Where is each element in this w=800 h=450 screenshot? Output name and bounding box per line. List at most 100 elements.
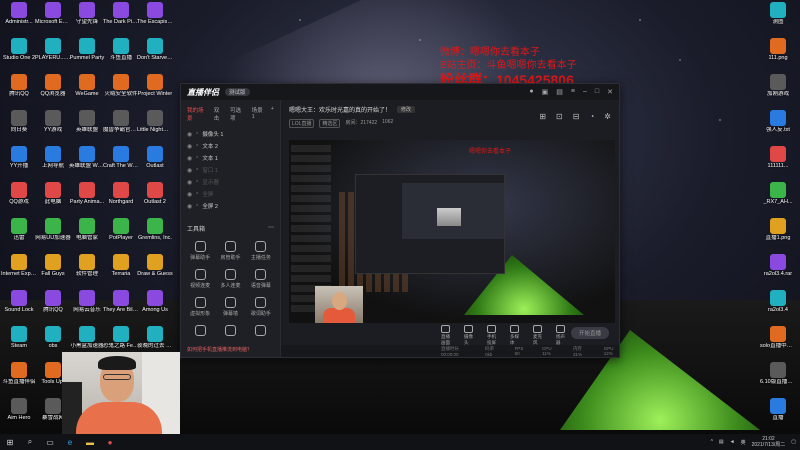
volume-icon[interactable]: ◄ [730, 439, 735, 445]
tool-button[interactable]: 歌词助手 [246, 297, 276, 317]
eye-icon[interactable]: ◉ [187, 191, 192, 198]
tool-button[interactable]: 弹幕助手 [185, 241, 215, 261]
desktop-icon[interactable]: Microsoft Edge [35, 2, 71, 37]
desktop-icon[interactable]: 火绒安全软件 [104, 74, 138, 109]
desktop-icon[interactable]: Northgard [104, 182, 138, 217]
tool-button[interactable] [246, 325, 276, 338]
lock-icon[interactable]: ▫ [196, 179, 198, 185]
desktop-icon[interactable]: 加刚游戏 [758, 74, 798, 108]
desktop-icon[interactable]: 腾讯QQ [2, 74, 36, 109]
eye-icon[interactable]: ◉ [187, 155, 192, 162]
preview-camera-source[interactable] [315, 286, 363, 323]
scene-tab[interactable]: 我的场景 [187, 106, 208, 122]
desktop-icon[interactable]: QQ浏览器 [36, 74, 70, 109]
desktop-icon[interactable]: Little Nightmares [137, 110, 173, 145]
control-button[interactable]: 摄像头 [464, 324, 473, 346]
desktop-icon[interactable]: The Dark Pictures ... [103, 2, 139, 37]
desktop-icon[interactable]: Party Anima... [70, 182, 104, 217]
lock-icon[interactable]: ⊡ [556, 112, 563, 121]
lock-icon[interactable]: ▫ [196, 167, 198, 173]
desktop-icon[interactable]: 网易云音乐 [70, 290, 104, 325]
toolbox-more-icon[interactable]: ⋯ [268, 224, 274, 233]
desktop-icon[interactable]: Don't Starve Together [137, 38, 173, 73]
settings-icon[interactable]: ≡ [571, 88, 575, 96]
desktop-icon[interactable]: 斗鱼直播伴侣 [2, 362, 36, 397]
desktop-icon[interactable]: Fall Guys [36, 254, 70, 289]
desktop-icon[interactable]: Steam [2, 326, 36, 361]
network-icon[interactable]: ▤ [719, 439, 724, 445]
desktop-icon[interactable]: Sound Lock [2, 290, 36, 325]
control-button[interactable]: 多媒体 [510, 324, 519, 346]
desktop-icon[interactable]: QQ游戏 [2, 182, 36, 217]
desktop-icon[interactable]: 上网导航 [36, 146, 70, 181]
room-category[interactable]: LOL直播 [289, 119, 315, 128]
close-icon[interactable]: ✕ [607, 88, 613, 96]
bell-icon[interactable]: ◔ [589, 112, 594, 121]
source-item[interactable]: ◉ ▫ 全屏 2 [187, 200, 274, 212]
notification-icon[interactable]: ▢ [791, 439, 796, 445]
desktop-icon[interactable]: 斗鱼直播 [104, 38, 138, 73]
help-notice-link[interactable]: 如何把手机直播推流到电脑？ [187, 346, 252, 353]
task-view-icon[interactable]: ▭ [44, 438, 56, 447]
control-button[interactable]: 手机投屏 [487, 324, 496, 346]
scene-tab[interactable]: 场景1 [252, 106, 265, 122]
source-item[interactable]: ◉ ▫ 全屏 [187, 188, 274, 200]
source-item[interactable]: ◉ ▫ 显示器 [187, 176, 274, 188]
settings-gear-icon[interactable]: ✲ [604, 112, 611, 121]
desktop-icon[interactable]: 英雄联盟 WeGame版 [69, 146, 105, 181]
desktop-icon[interactable]: 腾讯QQ [36, 290, 70, 325]
search-icon[interactable]: ⌕ [24, 437, 36, 447]
desktop-icon[interactable]: Administr... [2, 2, 36, 37]
desktop-icon[interactable]: Outlast [138, 146, 172, 181]
scene-tab[interactable]: 双击 [214, 106, 224, 122]
source-item[interactable]: ◉ ▫ 文本 2 [187, 140, 274, 152]
desktop-icon[interactable]: Studio One 2 [2, 38, 36, 73]
scene-tab[interactable]: + [271, 106, 274, 122]
control-button[interactable]: 麦克风 [533, 324, 542, 346]
desktop-icon[interactable]: 强人反.txt [758, 110, 798, 144]
desktop-icon[interactable]: YY开播 [2, 146, 36, 181]
message-icon[interactable]: ▣ [542, 88, 549, 96]
share-icon[interactable]: ⊟ [573, 112, 580, 121]
desktop-icon[interactable]: Internet Explorer [1, 254, 37, 289]
tool-button[interactable]: 视频连麦 [185, 269, 215, 289]
desktop-icon[interactable]: Terraria [104, 254, 138, 289]
desktop-icon[interactable]: 6.10版直播内容 [758, 362, 798, 396]
lock-icon[interactable]: ▫ [196, 131, 198, 137]
clock[interactable]: 21:02 2021/7/13/周二 [752, 436, 786, 448]
tool-button[interactable] [215, 325, 245, 338]
gift-icon[interactable]: ⊞ [539, 112, 546, 121]
folder-icon[interactable]: ▬ [84, 438, 96, 447]
tool-button[interactable] [185, 325, 215, 338]
desktop-icon[interactable]: Craft The World [103, 146, 139, 181]
desktop-icon[interactable]: PotPlayer [104, 218, 138, 253]
desktop-icon[interactable]: _RX7_AH... [758, 182, 798, 216]
source-item[interactable]: ◉ ▫ 窗口 1 [187, 164, 274, 176]
desktop-icon[interactable]: 向日葵 [2, 110, 36, 145]
desktop-icon[interactable]: WeGame [70, 74, 104, 109]
lock-icon[interactable]: ▫ [196, 143, 198, 149]
lock-icon[interactable]: ▫ [196, 155, 198, 161]
desktop-icon[interactable]: 电脑管家 [70, 218, 104, 253]
start-live-button[interactable]: 开始直播 [570, 327, 609, 339]
desktop-icon[interactable]: solo直播中装度.txt [758, 326, 798, 360]
app-taskbar-icon[interactable]: ● [104, 438, 116, 447]
desktop-icon[interactable]: 迅雷 [2, 218, 36, 253]
desktop-icon[interactable]: 111111... [758, 146, 798, 180]
eye-icon[interactable]: ◉ [187, 131, 192, 138]
desktop-icon[interactable]: 网易UU加速器 [35, 218, 71, 253]
desktop-icon[interactable]: 魔兽争霸官方对战平台 [103, 110, 139, 145]
source-item[interactable]: ◉ ▫ 文本 1 [187, 152, 274, 164]
control-button[interactable]: 直播画面 [441, 324, 450, 346]
ime-indicator[interactable]: 英 [741, 439, 746, 446]
desktop-icon[interactable]: PLAYERU... BATTLEGR... [35, 38, 71, 73]
eye-icon[interactable]: ◉ [187, 179, 192, 186]
tool-button[interactable]: 主播任务 [246, 241, 276, 261]
edit-title-button[interactable]: 修改 [397, 106, 416, 113]
control-button[interactable]: 扬声器 [556, 324, 565, 346]
lock-icon[interactable]: ▫ [196, 191, 198, 197]
skin-icon[interactable]: ▤ [556, 88, 563, 96]
desktop-icon[interactable]: 测图 [758, 2, 798, 36]
desktop-icon[interactable]: Project Winter [138, 74, 172, 109]
desktop-icon[interactable]: 软件管理 [70, 254, 104, 289]
